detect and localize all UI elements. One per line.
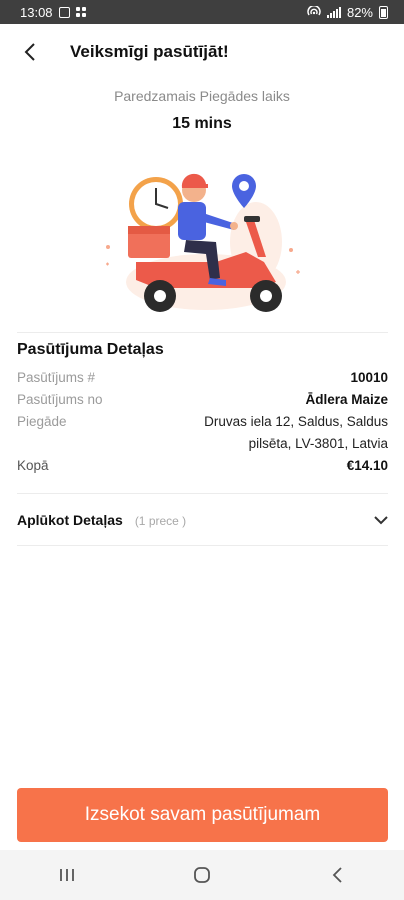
view-details-text: Aplūkot Detaļas — [17, 512, 123, 528]
back-arrow-icon — [24, 43, 35, 61]
status-bar: 13:08 82% — [0, 0, 404, 24]
back-button[interactable] — [0, 30, 60, 74]
order-number-value: 10010 — [350, 370, 388, 385]
nav-back-icon — [332, 867, 342, 883]
order-from-value: Ādlera Maize — [305, 392, 388, 407]
home-icon — [194, 867, 210, 883]
hotspot-icon — [307, 6, 321, 16]
delivery-address-line2: pilsēta, LV-3801, Latvia — [248, 436, 388, 451]
total-value: €14.10 — [346, 458, 388, 473]
battery-percent: 82% — [346, 4, 373, 20]
delivery-label: Piegāde — [17, 414, 67, 429]
delivery-scooter-illustration — [106, 173, 300, 312]
delivery-row: Piegāde Druvas iela 12, Saldus, Saldus p… — [17, 411, 388, 455]
image-icon — [58, 6, 70, 18]
order-number-label: Pasūtījums # — [17, 370, 96, 385]
order-from-row: Pasūtījums no Ādlera Maize — [17, 389, 388, 411]
nav-back-button[interactable] — [307, 855, 367, 895]
signal-icon — [326, 6, 341, 18]
delivery-address: Druvas iela 12, Saldus, Saldus pilsēta, … — [204, 411, 388, 455]
apps-grid-icon — [75, 7, 86, 17]
item-count: (1 prece ) — [134, 514, 187, 528]
recent-apps-icon — [60, 869, 75, 881]
total-label: Kopā — [17, 458, 49, 473]
battery-icon — [379, 5, 388, 19]
eta-value: 15 mins — [172, 115, 232, 132]
chevron-down-icon — [374, 516, 388, 525]
header: Veiksmīgi pasūtījāt! — [0, 30, 404, 74]
system-nav-bar — [0, 850, 404, 900]
recent-apps-button[interactable] — [37, 855, 97, 895]
status-time: 13:08 — [20, 4, 53, 20]
details-title: Pasūtījuma Detaļas — [17, 341, 164, 358]
order-number-row: Pasūtījums # 10010 — [17, 367, 388, 389]
divider — [17, 493, 388, 494]
order-from-label: Pasūtījums no — [17, 392, 103, 407]
eta-label: Paredzamais Piegādes laiks — [114, 88, 290, 104]
track-order-button[interactable]: Izsekot savam pasūtījumam — [17, 788, 388, 842]
page-title: Veiksmīgi pasūtījāt! — [70, 42, 229, 61]
view-details-label: Aplūkot Detaļas (1 prece ) — [17, 512, 186, 528]
home-button[interactable] — [172, 855, 232, 895]
divider — [17, 545, 388, 546]
delivery-address-line1: Druvas iela 12, Saldus, Saldus — [204, 414, 388, 429]
view-details-toggle[interactable]: Aplūkot Detaļas (1 prece ) — [17, 505, 388, 535]
divider — [17, 332, 388, 333]
total-row: Kopā €14.10 — [17, 455, 388, 477]
